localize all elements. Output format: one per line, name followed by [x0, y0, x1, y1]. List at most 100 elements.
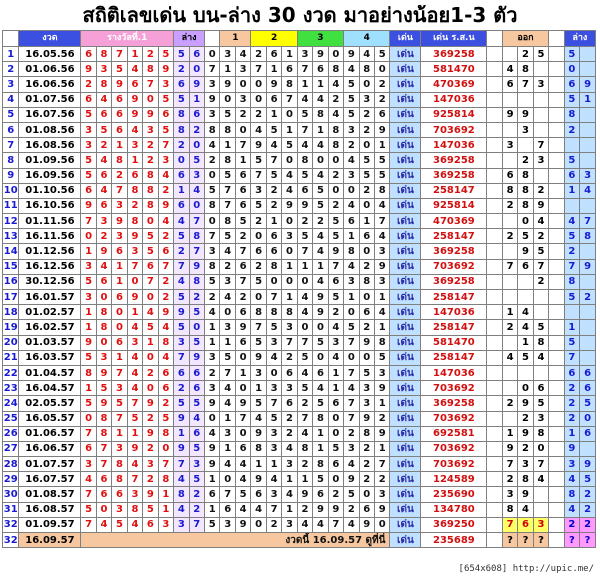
- digit-cell: 4: [250, 501, 267, 518]
- digit-cell: 6: [157, 243, 175, 260]
- lower-cell: 5: [579, 471, 596, 488]
- digit-cell: 7: [234, 273, 252, 291]
- digit-cell: 3: [126, 137, 144, 154]
- digit-cell: 5: [173, 228, 190, 245]
- row-number: 10: [1, 182, 20, 199]
- den-label: เด่น: [389, 91, 422, 108]
- row-date: 01.11.56: [18, 213, 82, 230]
- lower-cell: 3: [579, 167, 596, 184]
- lower-cell: [579, 197, 596, 215]
- digit-cell: 8: [173, 486, 190, 503]
- spacer-cell: [548, 197, 565, 215]
- digit-cell: 7: [343, 334, 360, 351]
- digit-cell: 4: [157, 349, 175, 366]
- table-row: 24 02.05.57 5 9 5 7 9 2 5 5 9 4 9 5 7 6 2 5 6 7 3 1 เด่น 369258…: [1, 395, 596, 412]
- digit-cell: 3: [80, 137, 97, 154]
- digit-cell: 5: [374, 349, 391, 366]
- digit-cell: 9: [281, 197, 298, 215]
- out-cell: [501, 334, 519, 351]
- out-cell: 6: [501, 167, 519, 184]
- digit-cell: 4: [126, 121, 144, 139]
- digit-cell: 6: [95, 486, 113, 503]
- lower-cell: 2: [563, 121, 581, 139]
- digit-cell: 2: [142, 471, 159, 488]
- digit-cell: 5: [312, 334, 329, 351]
- row-date: 02.05.57: [18, 395, 82, 412]
- digit-cell: 4: [219, 395, 236, 412]
- digit-cell: 7: [343, 364, 360, 382]
- digit-cell: 3: [281, 380, 298, 397]
- digit-cell: 4: [296, 425, 314, 442]
- digit-cell: 1: [250, 456, 267, 473]
- lower-cell: 2: [563, 516, 581, 534]
- digit-cell: 9: [188, 349, 206, 366]
- digit-cell: 6: [188, 425, 206, 442]
- row-number: 16: [1, 273, 20, 291]
- den-label: เด่น: [389, 288, 422, 306]
- row-number: 26: [1, 425, 20, 442]
- digit-cell: 4: [204, 137, 221, 154]
- digit-cell: 3: [157, 516, 175, 534]
- den-label: เด่น: [389, 243, 422, 260]
- digit-cell: 8: [296, 152, 314, 169]
- out-cell: 3: [532, 76, 550, 93]
- out-cell: 0: [517, 380, 534, 397]
- footer-watermark: [654x608] http://upic.me/: [458, 564, 594, 574]
- table-row: 13 16.11.56 0 2 3 9 5 2 5 8 7 5 2 0 6 3 5 4 5 1 6 4 เด่น 258147…: [1, 228, 596, 245]
- digit-cell: 6: [358, 501, 376, 518]
- out-cell: [517, 364, 534, 382]
- digit-cell: 9: [80, 197, 97, 215]
- digit-cell: 1: [219, 410, 236, 427]
- digit-cell: 5: [95, 121, 113, 139]
- row-number: 6: [1, 121, 20, 139]
- digit-cell: 9: [95, 364, 113, 382]
- digit-cell: 8: [157, 471, 175, 488]
- lower-cell: [579, 152, 596, 169]
- spacer-cell: [486, 516, 503, 534]
- spacer-cell: [548, 516, 565, 534]
- digit-cell: 2: [219, 258, 236, 275]
- digit-cell: 4: [173, 471, 190, 488]
- lower-cell: [563, 137, 581, 154]
- den-label: เด่น: [389, 121, 422, 139]
- digit-cell: 0: [374, 516, 391, 534]
- row-number: 18: [1, 304, 20, 321]
- digit-cell: 4: [343, 61, 360, 78]
- row-date: 16.12.56: [18, 258, 82, 275]
- table-row: 29 16.07.57 4 6 8 7 2 8 4 5 1 0 4 9 4 1 1 5 0 9 2 2 เด่น 124589…: [1, 471, 596, 488]
- out-cell: ?: [517, 532, 534, 548]
- digit-cell: 6: [281, 61, 298, 78]
- digit-cell: 4: [374, 228, 391, 245]
- digit-cell: 9: [374, 425, 391, 442]
- digit-cell: 1: [219, 440, 236, 458]
- digit-cell: 0: [95, 288, 113, 306]
- digit-cell: 7: [142, 273, 159, 291]
- digit-cell: 2: [250, 258, 267, 275]
- den-label: เด่น: [389, 486, 422, 503]
- digit-cell: 3: [265, 380, 283, 397]
- digit-cell: 1: [312, 121, 329, 139]
- digit-cell: 8: [312, 410, 329, 427]
- digit-cell: 4: [281, 486, 298, 503]
- digit-cell: 6: [188, 380, 206, 397]
- digit-cell: 1: [281, 501, 298, 518]
- digit-cell: 0: [296, 273, 314, 291]
- digit-cell: 3: [204, 349, 221, 366]
- row-date: 01.06.57: [18, 425, 82, 442]
- digit-cell: 4: [95, 258, 113, 275]
- digit-cell: 0: [312, 319, 329, 336]
- out-cell: 2: [501, 471, 519, 488]
- row-date: 16.05.56: [18, 45, 82, 63]
- digit-cell: 8: [126, 501, 144, 518]
- digit-cell: 0: [219, 91, 236, 108]
- digit-cell: 9: [250, 425, 267, 442]
- out-cell: 3: [501, 137, 519, 154]
- digit-cell: 4: [327, 349, 345, 366]
- digit-cell: 4: [219, 243, 236, 260]
- spacer-cell: [548, 334, 565, 351]
- lower-cell: 5: [563, 152, 581, 169]
- out-cell: 9: [517, 106, 534, 123]
- digit-cell: 4: [126, 319, 144, 336]
- digit-cell: 7: [111, 45, 128, 63]
- digit-cell: 9: [95, 243, 113, 260]
